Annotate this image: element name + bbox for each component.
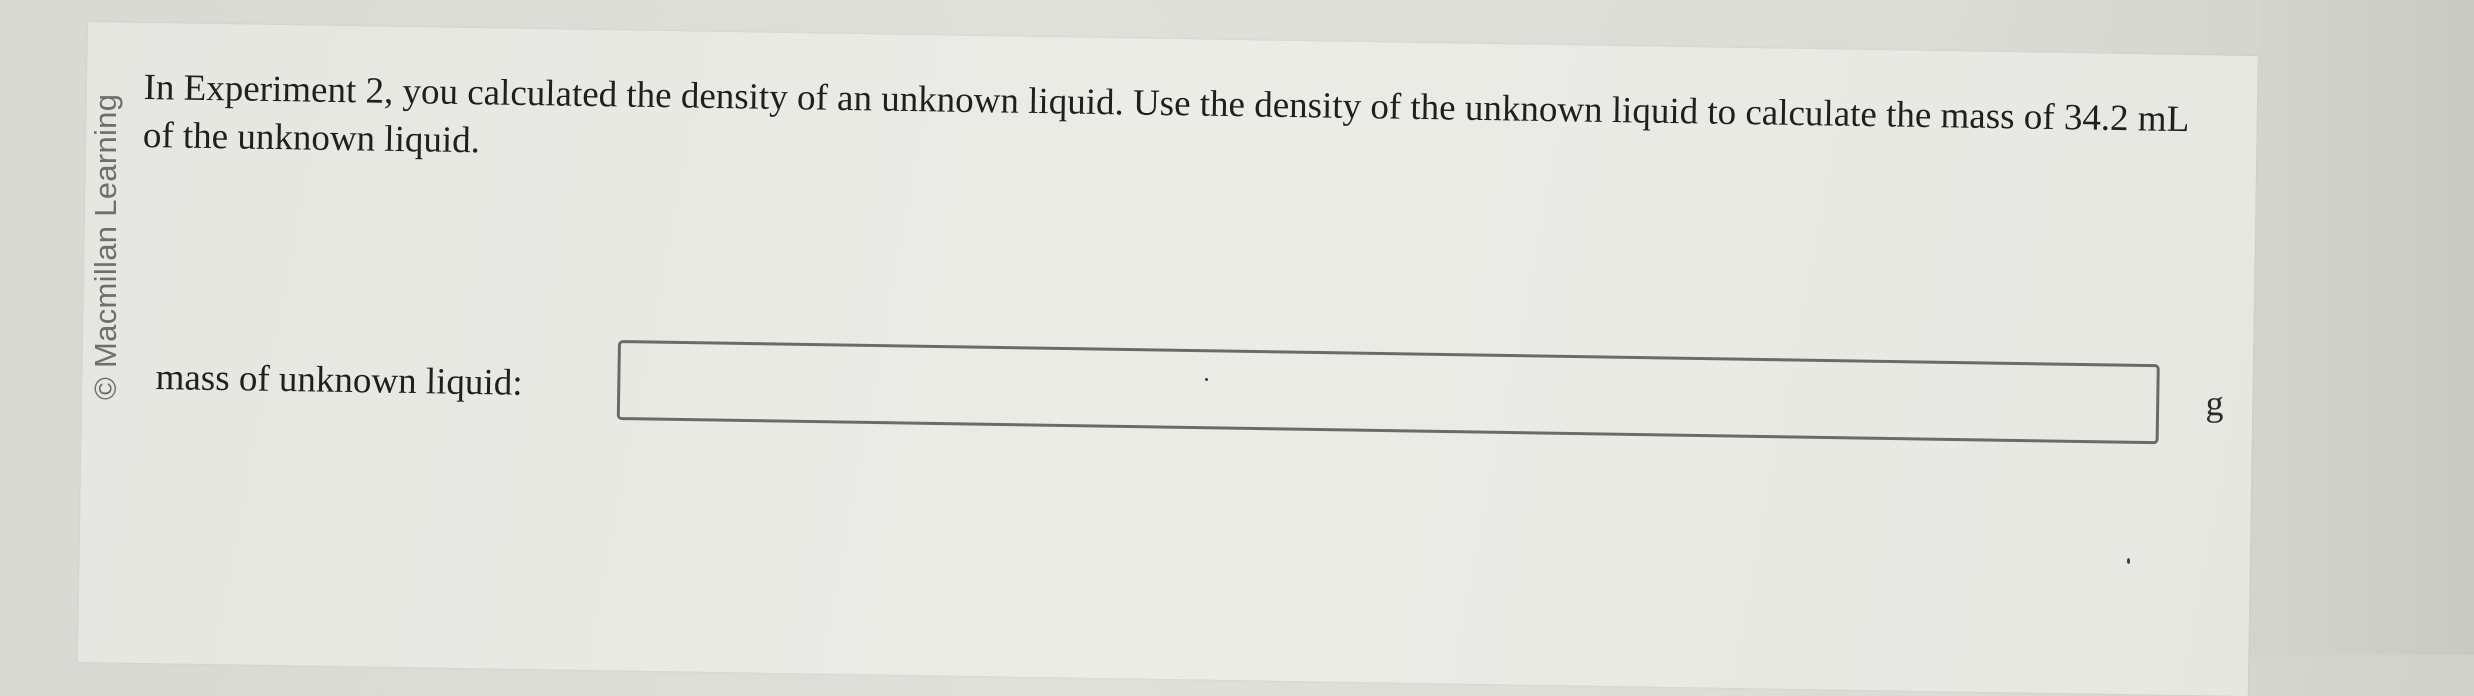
- unit-label: g: [2205, 382, 2224, 424]
- answer-label: mass of unknown liquid:: [155, 356, 523, 404]
- screen-speck: [2127, 558, 2130, 564]
- screen-speck: [1205, 378, 1208, 381]
- page-edge: [2258, 0, 2474, 655]
- copyright-watermark: © Macmillan Learning: [88, 93, 123, 400]
